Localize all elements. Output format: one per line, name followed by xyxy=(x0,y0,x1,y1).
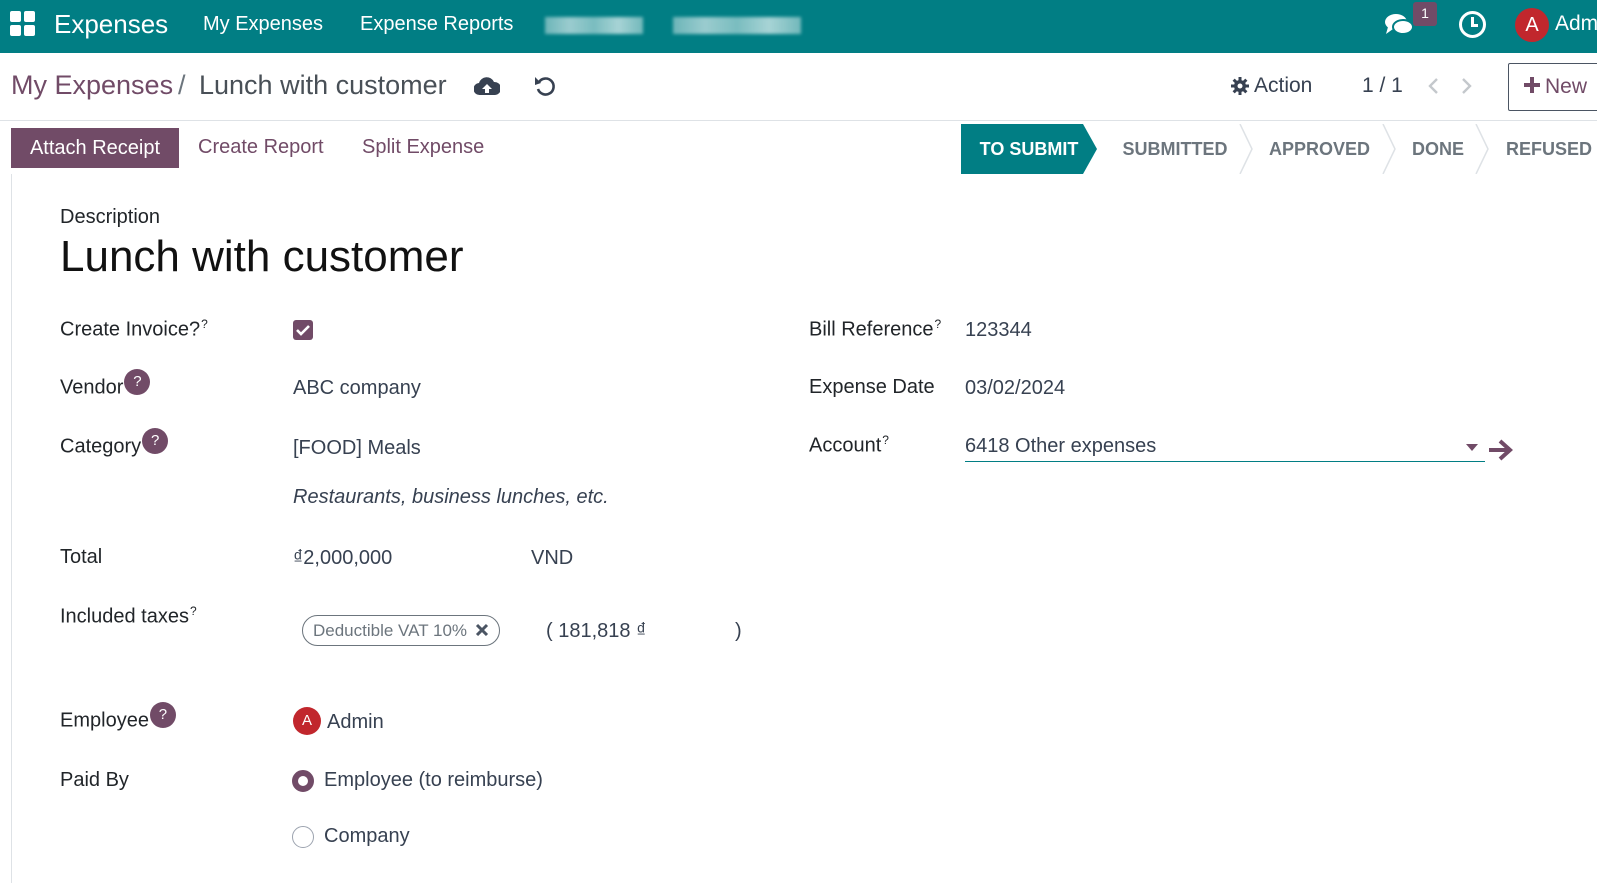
control-panel: My Expenses / Lunch with customer Action… xyxy=(0,53,1597,121)
user-avatar[interactable]: A xyxy=(1515,8,1549,42)
help-icon[interactable]: ? xyxy=(124,369,151,395)
stage-separator xyxy=(1382,124,1396,174)
discard-undo-icon[interactable] xyxy=(533,74,557,98)
chevron-right-icon[interactable] xyxy=(1457,76,1475,96)
employee-value[interactable]: Admin xyxy=(327,711,384,734)
user-name[interactable]: Adm xyxy=(1555,12,1597,36)
vendor-value[interactable]: ABC company xyxy=(293,377,421,400)
category-note: Restaurants, business lunches, etc. xyxy=(293,486,609,508)
save-cloud-icon[interactable] xyxy=(474,75,500,97)
checkmark-icon xyxy=(296,325,310,336)
stage-approved[interactable]: APPROVED xyxy=(1257,124,1382,174)
tax-amount-close: ) xyxy=(735,620,742,642)
statusbar: Attach Receipt Create Report Split Expen… xyxy=(0,122,1597,174)
bill-reference-value[interactable]: 123344 xyxy=(965,319,1032,342)
help-icon[interactable]: ? xyxy=(142,428,169,454)
breadcrumb-my-expenses[interactable]: My Expenses xyxy=(11,70,173,101)
stage-separator xyxy=(1475,124,1489,174)
employee-avatar: A xyxy=(293,707,321,735)
create-invoice-checkbox[interactable] xyxy=(293,320,313,340)
menu-my-expenses[interactable]: My Expenses xyxy=(203,13,323,36)
action-menu[interactable]: Action xyxy=(1254,74,1312,98)
account-value[interactable]: 6418 Other expenses xyxy=(965,435,1156,458)
stage-refused[interactable]: REFUSED xyxy=(1494,124,1597,174)
currency-value[interactable]: VND xyxy=(531,547,573,570)
create-invoice-label: Create Invoice?? xyxy=(60,317,208,341)
tax-amount: ( 181,818 ₫ xyxy=(546,620,647,642)
paid-by-label: Paid By xyxy=(60,769,129,791)
expense-title[interactable]: Lunch with customer xyxy=(60,232,464,282)
expense-date-label: Expense Date xyxy=(809,376,935,398)
tax-tag[interactable]: Deductible VAT 10% xyxy=(302,615,500,646)
stage-done[interactable]: DONE xyxy=(1400,124,1476,174)
tax-tag-label: Deductible VAT 10% xyxy=(313,621,468,640)
paid-by-employee-label[interactable]: Employee (to reimburse) xyxy=(324,769,543,792)
expense-date-value[interactable]: 03/02/2024 xyxy=(965,377,1065,400)
stage-submitted[interactable]: SUBMITTED xyxy=(1110,124,1240,174)
create-report-button[interactable]: Create Report xyxy=(198,136,324,159)
chevron-left-icon[interactable] xyxy=(1425,76,1443,96)
total-label: Total xyxy=(60,546,103,568)
split-expense-button[interactable]: Split Expense xyxy=(362,136,484,159)
vendor-label: Vendor? xyxy=(60,369,151,400)
remove-tag-icon[interactable] xyxy=(475,623,489,637)
menu-expense-reports[interactable]: Expense Reports xyxy=(360,13,513,36)
app-name[interactable]: Expenses xyxy=(54,9,168,40)
stage-to-submit[interactable]: TO SUBMIT xyxy=(961,124,1097,174)
breadcrumb-current: Lunch with customer xyxy=(199,70,447,100)
gear-icon[interactable] xyxy=(1231,77,1249,95)
plus-icon xyxy=(1524,77,1540,93)
breadcrumb-separator: / xyxy=(178,70,186,100)
category-label: Category? xyxy=(60,428,169,459)
stage-separator xyxy=(1239,124,1253,174)
messages-icon[interactable] xyxy=(1384,12,1414,38)
external-link-arrow-icon[interactable] xyxy=(1487,438,1513,462)
description-label: Description xyxy=(60,206,161,228)
attach-receipt-button[interactable]: Attach Receipt xyxy=(11,128,179,168)
activity-clock-icon[interactable] xyxy=(1459,11,1486,38)
paid-by-company-radio[interactable] xyxy=(292,826,314,848)
blurred-menu-item[interactable] xyxy=(673,17,801,34)
apps-grid-icon[interactable] xyxy=(10,11,37,38)
included-taxes-label: Included taxes? xyxy=(60,604,197,628)
paid-by-company-label[interactable]: Company xyxy=(324,825,410,848)
bill-reference-label: Bill Reference? xyxy=(809,317,942,341)
top-navbar: Expenses My Expenses Expense Reports 1 A… xyxy=(0,0,1597,53)
blurred-menu-item[interactable] xyxy=(545,17,643,34)
total-value[interactable]: ₫2,000,000 xyxy=(293,547,392,570)
new-button[interactable]: New xyxy=(1508,63,1597,111)
employee-label: Employee? xyxy=(60,702,176,733)
account-label: Account? xyxy=(809,433,889,457)
paid-by-employee-radio[interactable] xyxy=(292,770,314,792)
help-icon[interactable]: ? xyxy=(149,702,176,728)
messages-count-badge: 1 xyxy=(1413,2,1437,26)
pager-value[interactable]: 1 / 1 xyxy=(1362,74,1403,98)
form-sheet: Description Lunch with customer Create I… xyxy=(11,174,1597,883)
dropdown-caret-icon[interactable] xyxy=(1466,444,1478,452)
category-value[interactable]: [FOOD] Meals xyxy=(293,437,421,460)
new-button-label: New xyxy=(1545,75,1588,98)
account-underline xyxy=(965,461,1485,462)
